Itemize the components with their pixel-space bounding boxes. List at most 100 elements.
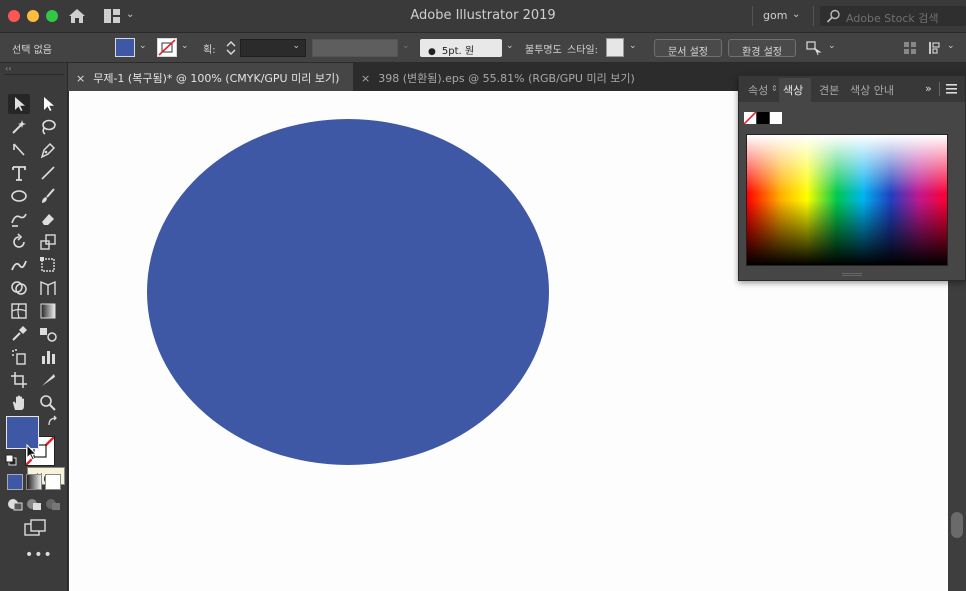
perspective-grid-icon xyxy=(40,280,56,295)
search-icon xyxy=(826,9,840,23)
stepper-icon[interactable] xyxy=(226,40,236,56)
ellipse-tool[interactable] xyxy=(8,186,30,206)
lasso-tool[interactable] xyxy=(37,117,59,137)
arrange-documents-icon[interactable] xyxy=(806,40,826,56)
stroke-swatch[interactable] xyxy=(157,38,177,57)
eyedropper-tool[interactable] xyxy=(8,324,30,344)
transform-icon[interactable] xyxy=(928,41,942,55)
stock-search-input[interactable]: Adobe Stock 검색 xyxy=(820,6,966,26)
collapse-panel-icon[interactable]: ‹‹ xyxy=(5,64,11,73)
shape-builder-icon xyxy=(11,281,27,295)
tab-arrows-icon[interactable]: ⇕ xyxy=(771,84,778,93)
align-grid-icon[interactable] xyxy=(903,41,917,55)
eyedropper-icon xyxy=(12,326,27,341)
swap-fill-stroke-icon[interactable] xyxy=(46,415,60,429)
shaper-tool[interactable] xyxy=(8,209,30,229)
stroke-weight-field[interactable]: ⌄ xyxy=(240,39,306,57)
pen-tool[interactable] xyxy=(37,140,59,160)
gradient-tool[interactable] xyxy=(37,301,59,321)
draw-normal-icon[interactable] xyxy=(7,497,23,511)
chevron-down-icon[interactable]: ⌄ xyxy=(506,41,514,51)
chevron-down-icon[interactable]: ⌄ xyxy=(629,41,637,51)
tab-properties[interactable]: 속성 xyxy=(748,82,768,98)
draw-behind-icon[interactable] xyxy=(26,497,42,511)
artboard-tool[interactable] xyxy=(8,370,30,390)
free-transform-tool[interactable] xyxy=(37,255,59,275)
chevron-down-icon[interactable]: ⌄ xyxy=(181,41,189,51)
warp-icon xyxy=(11,260,27,271)
chevron-down-icon[interactable]: ⌄ xyxy=(828,41,836,51)
selection-tool[interactable] xyxy=(8,94,30,114)
symbol-sprayer-tool[interactable] xyxy=(8,347,30,367)
tab-label: 무제-1 (복구됨)* @ 100% (CMYK/GPU 미리 보기) xyxy=(93,72,340,85)
column-graph-icon xyxy=(42,351,55,364)
magic-wand-icon xyxy=(12,120,26,134)
tab-color[interactable]: 색상 xyxy=(783,82,803,98)
preferences-button[interactable]: 환경 설정 xyxy=(728,39,796,58)
rotate-icon xyxy=(13,233,25,248)
shaper-icon xyxy=(11,213,27,227)
paintbrush-tool[interactable] xyxy=(37,186,59,206)
chevron-down-icon[interactable]: ⌄ xyxy=(947,41,955,51)
rotate-tool[interactable] xyxy=(8,232,30,252)
type-tool[interactable] xyxy=(8,163,30,183)
tab-color-guide[interactable]: 색상 안내 xyxy=(850,82,894,98)
brush-definition-field[interactable]: ● 5pt. 원 xyxy=(420,39,502,57)
title-bar: ⌄ Adobe Illustrator 2019 gom ⌄ Adobe Sto… xyxy=(0,0,966,33)
none-stroke-icon xyxy=(158,39,176,56)
chevron-down-icon[interactable]: ⌄ xyxy=(792,9,800,20)
resize-grip-icon[interactable] xyxy=(842,273,862,276)
color-panel: 속성 ⇕ 색상 견본 색상 안내 » xyxy=(738,75,966,281)
more-tools-icon[interactable]: ••• xyxy=(25,547,53,563)
zoom-tool[interactable] xyxy=(37,393,59,413)
opacity-label[interactable]: 불투명도 xyxy=(525,41,562,56)
chevron-down-icon: ⌄ xyxy=(402,41,410,51)
expand-panel-icon[interactable]: » xyxy=(925,82,932,95)
tab-document-1[interactable]: × 무제-1 (복구됨)* @ 100% (CMYK/GPU 미리 보기) xyxy=(68,63,353,91)
tools-panel: ‹‹ ••• xyxy=(0,63,68,591)
color-spectrum[interactable] xyxy=(746,134,948,266)
graphic-style-swatch[interactable] xyxy=(606,38,624,57)
shape-builder-tool[interactable] xyxy=(8,278,30,298)
brush-value: 5pt. 원 xyxy=(441,46,475,57)
ellipse-icon xyxy=(11,190,27,202)
blue-ellipse[interactable] xyxy=(147,119,549,465)
separator xyxy=(813,6,814,26)
hand-tool[interactable] xyxy=(8,393,30,413)
eraser-tool[interactable] xyxy=(37,209,59,229)
screen-mode-icon[interactable] xyxy=(24,519,46,537)
chevron-down-icon[interactable]: ⌄ xyxy=(139,41,147,51)
gradient-mode-button[interactable] xyxy=(26,474,42,490)
mesh-tool[interactable] xyxy=(8,301,30,321)
scrollbar-thumb[interactable] xyxy=(951,512,963,538)
color-mode-button[interactable] xyxy=(7,474,23,490)
anchor-tool[interactable] xyxy=(8,140,30,160)
user-name[interactable]: gom xyxy=(763,9,787,22)
blend-tool[interactable] xyxy=(37,324,59,344)
variable-width-profile[interactable] xyxy=(312,39,398,57)
panel-menu-icon[interactable] xyxy=(946,84,957,94)
default-fill-stroke-icon[interactable] xyxy=(5,454,17,466)
tab-swatches[interactable]: 견본 xyxy=(819,82,839,98)
magic-wand-tool[interactable] xyxy=(8,117,30,137)
draw-inside-icon[interactable] xyxy=(45,497,61,511)
direct-selection-tool[interactable] xyxy=(37,94,59,114)
scale-tool[interactable] xyxy=(37,232,59,252)
document-setup-button[interactable]: 문서 설정 xyxy=(654,39,722,58)
close-tab-icon[interactable]: × xyxy=(361,72,370,85)
none-mode-button[interactable] xyxy=(45,474,61,490)
stroke-label: 획: xyxy=(203,45,216,56)
hand-icon xyxy=(13,395,24,410)
slice-tool[interactable] xyxy=(37,370,59,390)
fill-swatch[interactable] xyxy=(115,38,135,57)
tab-label: 398 (변환됨).eps @ 55.81% (RGB/GPU 미리 보기) xyxy=(378,72,635,85)
warp-tool[interactable] xyxy=(8,255,30,275)
line-tool[interactable] xyxy=(37,163,59,183)
column-graph-tool[interactable] xyxy=(37,347,59,367)
tab-document-2[interactable]: × 398 (변환됨).eps @ 55.81% (RGB/GPU 미리 보기) xyxy=(353,63,653,91)
quick-color-swatches[interactable] xyxy=(744,112,782,124)
perspective-grid-tool[interactable] xyxy=(37,278,59,298)
selection-arrow-icon xyxy=(15,97,25,111)
close-tab-icon[interactable]: × xyxy=(76,72,85,85)
selection-status: 선택 없음 xyxy=(12,45,52,56)
